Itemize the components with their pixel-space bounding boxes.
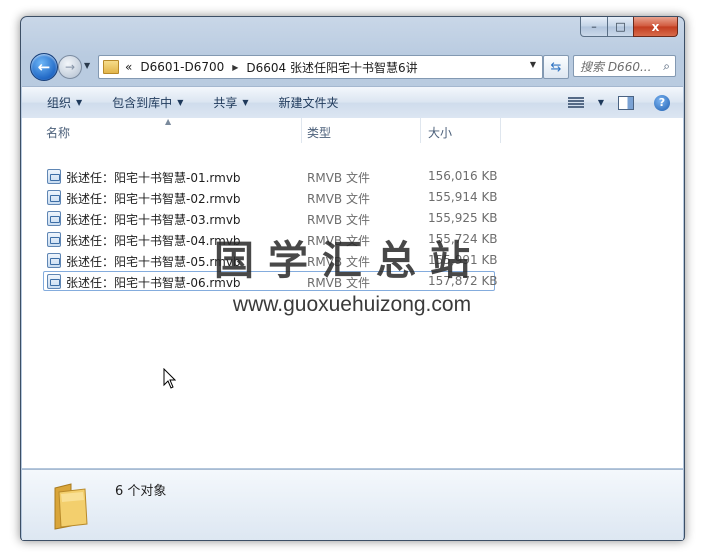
column-header: ▲ 名称 类型 大小 <box>22 117 683 143</box>
command-bar: 组织 ▼ 包含到库中 ▼ 共享 ▼ 新建文件夹 ▼ ? <box>22 86 683 119</box>
back-button[interactable]: ← <box>30 53 58 81</box>
close-button[interactable]: x <box>633 17 678 37</box>
video-file-icon <box>47 211 61 226</box>
arrow-left-icon: ← <box>37 58 51 76</box>
file-name: 张述任：阳宅十书智慧-01.rmvb <box>66 171 241 185</box>
include-in-library-label: 包含到库中 <box>112 96 173 110</box>
chevron-down-icon[interactable]: ▼ <box>598 98 604 107</box>
folder-icon <box>54 483 88 530</box>
share-label: 共享 <box>213 96 238 110</box>
watermark-text: 国学汇总站 <box>214 238 484 284</box>
recent-pages-dropdown[interactable]: ▼ <box>84 61 90 70</box>
file-type: RMVB 文件 <box>307 171 370 185</box>
video-file-icon <box>47 274 61 289</box>
preview-pane-icon[interactable] <box>618 95 634 110</box>
refresh-button[interactable]: ⇆ <box>543 55 569 79</box>
help-icon[interactable]: ? <box>654 94 670 111</box>
file-name: 张述任：阳宅十书智慧-03.rmvb <box>66 213 241 227</box>
caption-buttons: – □ x <box>580 17 678 37</box>
breadcrumb-segment-1[interactable]: D6601-D6700 <box>140 60 224 74</box>
organize-menu[interactable]: 组织 ▼ <box>47 94 82 111</box>
folder-icon <box>103 60 119 74</box>
breadcrumb-segment-2[interactable]: D6604 张述任阳宅十书智慧6讲 <box>246 59 417 76</box>
column-size[interactable]: 大小 <box>428 124 452 141</box>
file-size: 156,016 KB <box>428 169 498 183</box>
chevron-down-icon: ▼ <box>242 98 249 107</box>
chevron-down-icon: ▼ <box>76 98 83 107</box>
chevron-down-icon: ▼ <box>177 98 184 107</box>
change-view-button[interactable]: ▼ <box>567 96 604 109</box>
search-input[interactable]: 搜索 D660... ⌕ <box>573 55 676 77</box>
file-type: RMVB 文件 <box>307 192 370 206</box>
mouse-pointer-icon <box>163 368 176 389</box>
file-size: 155,914 KB <box>428 190 498 204</box>
search-icon[interactable]: ⌕ <box>663 59 670 74</box>
address-bar[interactable]: « D6601-D6700 ▶ D6604 张述任阳宅十书智慧6讲 ▼ <box>98 55 543 79</box>
video-file-icon <box>47 190 61 205</box>
file-type: RMVB 文件 <box>307 213 370 227</box>
file-row[interactable]: 张述任：阳宅十书智慧-03.rmvb RMVB 文件 155,925 KB <box>22 208 683 229</box>
breadcrumb-separator-icon[interactable]: ▶ <box>232 63 238 72</box>
breadcrumb-overflow[interactable]: « <box>125 60 132 74</box>
minimize-button[interactable]: – <box>580 17 608 37</box>
refresh-icon: ⇆ <box>550 59 562 75</box>
organize-label: 组织 <box>47 96 72 110</box>
video-file-icon <box>47 232 61 247</box>
column-name[interactable]: 名称 <box>46 124 70 141</box>
video-file-icon <box>47 169 61 184</box>
file-name: 张述任：阳宅十书智慧-02.rmvb <box>66 192 241 206</box>
forward-button[interactable]: → <box>58 55 82 79</box>
toolbar-right-group: ▼ ? <box>567 87 683 118</box>
share-menu[interactable]: 共享 ▼ <box>213 94 248 111</box>
video-file-icon <box>47 253 61 268</box>
address-dropdown-icon[interactable]: ▼ <box>530 60 536 69</box>
new-folder-label: 新建文件夹 <box>278 96 339 110</box>
search-placeholder: 搜索 D660... <box>580 59 652 74</box>
watermark-url: www.guoxuehuizong.com <box>232 293 472 316</box>
details-view-icon <box>567 96 584 109</box>
arrow-right-icon: → <box>64 60 76 74</box>
file-row[interactable]: 张述任：阳宅十书智慧-01.rmvb RMVB 文件 156,016 KB <box>22 166 683 187</box>
item-count: 6 个对象 <box>115 484 167 499</box>
new-folder-button[interactable]: 新建文件夹 <box>279 94 339 111</box>
column-type[interactable]: 类型 <box>307 124 331 141</box>
sort-up-icon: ▲ <box>165 117 172 126</box>
include-in-library-menu[interactable]: 包含到库中 ▼ <box>112 94 183 111</box>
details-pane: 6 个对象 <box>22 469 683 540</box>
maximize-button[interactable]: □ <box>607 17 634 37</box>
file-size: 155,925 KB <box>428 211 498 225</box>
file-row[interactable]: 张述任：阳宅十书智慧-02.rmvb RMVB 文件 155,914 KB <box>22 187 683 208</box>
